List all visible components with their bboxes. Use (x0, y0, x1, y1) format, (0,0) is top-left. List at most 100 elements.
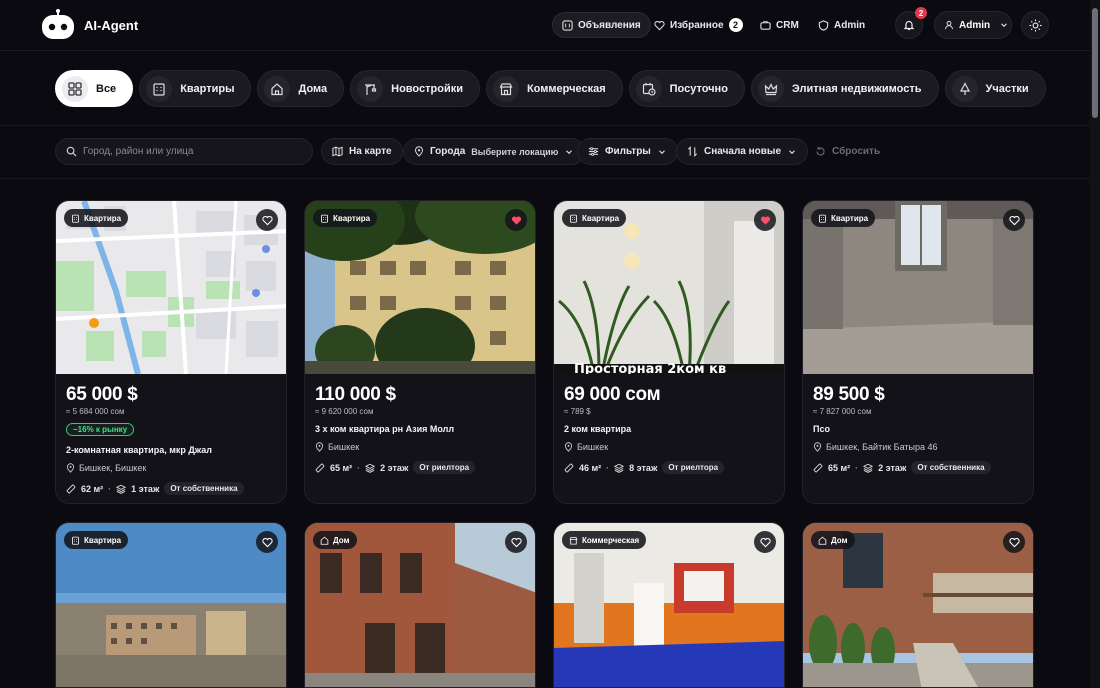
category-commercial[interactable]: Коммерческая (485, 70, 623, 107)
category-apartments[interactable]: Квартиры (139, 70, 252, 107)
property-type-label: Квартира (84, 213, 122, 223)
property-type-badge: Квартира (64, 531, 129, 549)
category-land[interactable]: Участки (944, 70, 1046, 107)
listing-image[interactable]: Просторная 2ком кв Квартира (554, 201, 784, 374)
nav-admin[interactable]: Admin (809, 12, 874, 38)
reset-button[interactable]: Сбросить (804, 138, 891, 165)
listing-card[interactable]: Просторная 2ком кв Квартира 69 000 сом ≈… (553, 200, 785, 504)
listing-floor: 1 этаж (131, 483, 160, 494)
seller-badge: От собственника (911, 461, 991, 474)
listing-image[interactable]: Квартира (803, 201, 1033, 374)
seller-badge: От риелтора (413, 461, 476, 474)
nav-listings-label: Объявления (578, 19, 641, 31)
listing-card[interactable]: Коммерческая (553, 522, 785, 688)
listing-floor: 8 этаж (629, 462, 658, 473)
listing-card[interactable]: Квартира 89 500 $ ≈ 7 827 000 сом Псо Би… (802, 200, 1034, 504)
scrollbar[interactable] (1090, 0, 1100, 688)
location-pin-icon (813, 442, 822, 452)
listing-title[interactable]: Псо (813, 424, 1023, 434)
favorite-button[interactable] (754, 209, 776, 231)
favorite-button[interactable] (256, 531, 278, 553)
notifications-button[interactable]: 2 (895, 7, 927, 39)
listing-image[interactable]: Дом (305, 523, 535, 687)
house-icon (320, 536, 329, 545)
favorite-button[interactable] (256, 209, 278, 231)
listing-card[interactable]: Дом (304, 522, 536, 688)
property-type-label: Квартира (582, 213, 620, 223)
listing-meta: 65 м² · 2 этаж От собственника (813, 461, 1023, 474)
listing-card[interactable]: Квартира 65 000 $ ≈ 5 684 000 сом −16% к… (55, 200, 287, 504)
location-text: Бишкек, Байтик Батыра 46 (826, 442, 938, 452)
nav-favorites-label: Избранное (670, 19, 724, 31)
app-logo[interactable]: AI-Agent (40, 9, 138, 41)
listing-floor: 2 этаж (380, 462, 409, 473)
category-all[interactable]: Все (55, 70, 134, 107)
listing-area: 62 м² (81, 483, 104, 494)
map-button[interactable]: На карте (321, 138, 403, 165)
category-daily[interactable]: Посуточно (628, 70, 745, 107)
location-pin-icon (66, 463, 75, 473)
meta-separator: · (357, 462, 361, 473)
listing-price: 69 000 сом (564, 384, 661, 405)
listing-card[interactable]: Дом (802, 522, 1034, 688)
category-label: Все (96, 82, 117, 95)
favorite-button[interactable] (505, 209, 527, 231)
sliders-icon (588, 147, 599, 156)
chevron-down-icon (1001, 23, 1008, 28)
listing-title[interactable]: 2-комнатная квартира, мкр Джал (66, 445, 276, 455)
listing-card[interactable]: Квартира (55, 522, 287, 688)
location-text: Бишкек (577, 442, 609, 452)
favorite-button[interactable] (754, 531, 776, 553)
nav-favorites[interactable]: Избранное 2 (645, 12, 752, 38)
theme-toggle-button[interactable] (1021, 11, 1049, 39)
category-label: Посуточно (669, 82, 728, 95)
heart-icon (654, 20, 665, 30)
favorite-button[interactable] (1003, 531, 1025, 553)
listing-image[interactable]: Квартира (56, 201, 286, 374)
listing-meta: 46 м² · 8 этаж От риелтора (564, 461, 774, 474)
user-menu-button[interactable]: Admin (934, 11, 1012, 39)
bell-icon (903, 20, 915, 31)
filters-button[interactable]: Фильтры (577, 138, 678, 165)
city-select[interactable]: Города Выберите локацию (403, 138, 586, 165)
property-type-badge: Дом (811, 531, 855, 549)
building-icon (146, 75, 173, 102)
nav-listings[interactable]: Объявления (552, 12, 651, 38)
listing-image[interactable]: Коммерческая (554, 523, 784, 687)
property-type-badge: Квартира (562, 209, 627, 227)
listing-image[interactable]: Дом (803, 523, 1033, 687)
listing-image[interactable]: Квартира (56, 523, 286, 687)
map-icon (332, 146, 343, 157)
listing-price: 65 000 $ (66, 384, 138, 405)
location-pin-icon (315, 442, 324, 452)
favorite-button[interactable] (505, 531, 527, 553)
heart-filled-icon (511, 215, 522, 226)
grid-icon (62, 75, 88, 102)
nav-crm[interactable]: CRM (751, 12, 808, 38)
shield-icon (818, 19, 829, 31)
listing-card[interactable]: Квартира 110 000 $ ≈ 9 620 000 сом 3 х к… (304, 200, 536, 504)
seller-badge: От собственника (164, 482, 244, 495)
crown-icon (757, 75, 784, 102)
category-elite[interactable]: Элитная недвижимость (750, 70, 939, 107)
category-new-buildings[interactable]: Новостройки (350, 70, 480, 107)
listing-location: Бишкек, Бишкек (66, 463, 276, 473)
heart-filled-icon (760, 215, 771, 226)
listing-title[interactable]: 2 ком квартира (564, 424, 774, 434)
scrollbar-thumb[interactable] (1092, 8, 1098, 118)
location-text: Бишкек, Бишкек (79, 463, 147, 473)
favorite-button[interactable] (1003, 209, 1025, 231)
heart-icon (262, 537, 273, 548)
listing-price: 89 500 $ (813, 384, 885, 405)
sort-label: Сначала новые (704, 146, 782, 157)
sort-select[interactable]: Сначала новые (676, 138, 809, 165)
image-overlay-text: Просторная 2ком кв (574, 362, 726, 374)
listing-image[interactable]: Квартира (305, 201, 535, 374)
listing-price: 110 000 $ (315, 384, 396, 405)
listing-title[interactable]: 3 х ком квартира рн Азия Молл (315, 424, 525, 434)
category-houses[interactable]: Дома (257, 70, 345, 107)
chevron-down-icon (658, 149, 665, 154)
city-value: Выберите локацию (471, 146, 559, 157)
property-type-label: Дом (831, 535, 848, 545)
search-input[interactable]: Город, район или улица (55, 138, 313, 165)
